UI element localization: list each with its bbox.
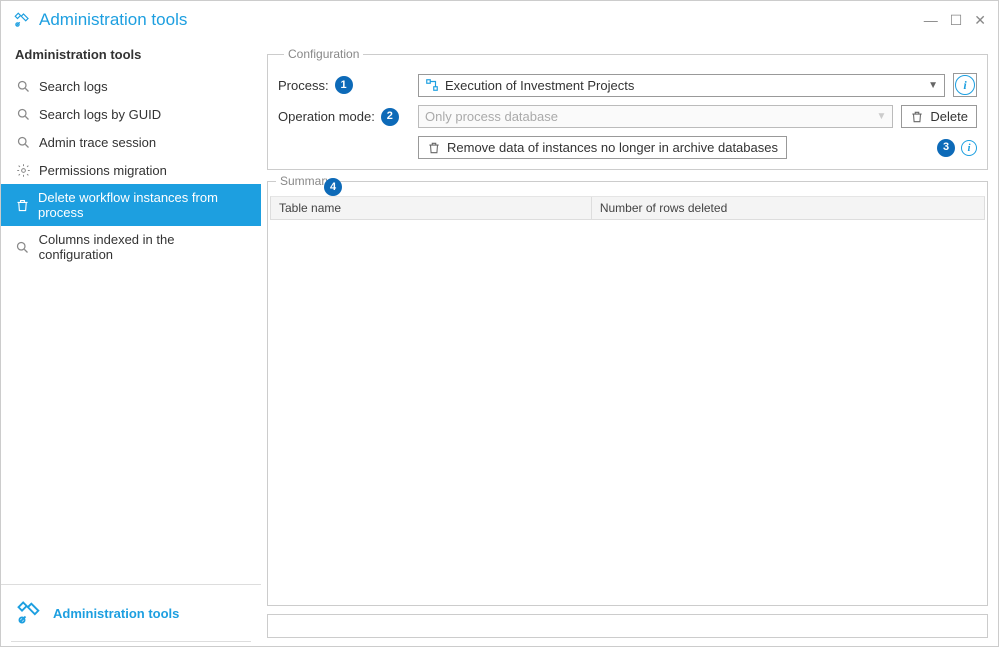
remove-row: Remove data of instances no longer in ar… xyxy=(278,136,977,159)
search-icon xyxy=(15,78,31,94)
process-select[interactable]: Execution of Investment Projects ▼ xyxy=(418,74,945,97)
sidebar-item-permissions-migration[interactable]: Permissions migration xyxy=(1,156,261,184)
main-panel: Configuration Process: 1 Execution of In… xyxy=(261,39,998,646)
sidebar-item-label: Admin trace session xyxy=(39,135,156,150)
sidebar-item-label: Search logs xyxy=(39,79,108,94)
operation-label: Operation mode: xyxy=(278,109,375,124)
chevron-down-icon: ▼ xyxy=(928,80,938,91)
title-bar: Administration tools — ☐ ✕ xyxy=(1,1,998,39)
chevron-down-icon: ▼ xyxy=(877,111,887,122)
column-table-name[interactable]: Table name xyxy=(271,197,592,219)
annotation-badge-2: 2 xyxy=(381,108,399,126)
window-title: Administration tools xyxy=(39,10,187,30)
sidebar-item-delete-workflow[interactable]: Delete workflow instances from process xyxy=(1,184,261,226)
sidebar-item-admin-trace[interactable]: Admin trace session xyxy=(1,128,261,156)
sidebar: Administration tools Search logs Search … xyxy=(1,39,261,646)
close-button[interactable]: ✕ xyxy=(974,12,986,29)
status-bar xyxy=(267,614,988,638)
search-icon xyxy=(15,134,31,150)
column-rows-deleted[interactable]: Number of rows deleted xyxy=(592,197,984,219)
sidebar-footer-label: Administration tools xyxy=(53,606,179,621)
annotation-badge-1: 1 xyxy=(335,76,353,94)
trash-icon xyxy=(910,110,924,124)
process-info-button[interactable]: i xyxy=(953,73,977,97)
summary-group: Summary 4 Table name Number of rows dele… xyxy=(267,174,988,606)
search-icon xyxy=(15,106,31,122)
maximize-button[interactable]: ☐ xyxy=(950,12,963,29)
process-value: Execution of Investment Projects xyxy=(445,78,634,93)
sidebar-header: Administration tools xyxy=(1,43,261,72)
process-row: Process: 1 Execution of Investment Proje… xyxy=(278,73,977,97)
trash-icon xyxy=(427,141,441,155)
sidebar-item-columns-indexed[interactable]: Columns indexed in the configuration xyxy=(1,226,261,268)
table-header: Table name Number of rows deleted xyxy=(270,196,985,220)
configuration-group: Configuration Process: 1 Execution of In… xyxy=(267,47,988,170)
annotation-badge-3: 3 xyxy=(937,139,955,157)
sidebar-item-label: Search logs by GUID xyxy=(39,107,161,122)
nav-list: Search logs Search logs by GUID Admin tr… xyxy=(1,72,261,268)
gear-icon xyxy=(15,162,31,178)
divider xyxy=(11,641,251,642)
operation-value: Only process database xyxy=(425,109,558,124)
sidebar-item-search-logs[interactable]: Search logs xyxy=(1,72,261,100)
operation-select: Only process database ▼ xyxy=(418,105,893,128)
annotation-badge-4: 4 xyxy=(324,178,342,196)
app-window: Administration tools — ☐ ✕ Administratio… xyxy=(0,0,999,647)
info-icon: i xyxy=(955,75,975,95)
sidebar-item-search-logs-guid[interactable]: Search logs by GUID xyxy=(1,100,261,128)
delete-button-label: Delete xyxy=(930,109,968,124)
sidebar-item-label: Delete workflow instances from process xyxy=(38,190,247,220)
info-icon[interactable]: i xyxy=(961,140,977,156)
tools-icon xyxy=(13,11,31,29)
sidebar-footer[interactable]: Administration tools xyxy=(1,584,261,641)
sidebar-item-label: Columns indexed in the configuration xyxy=(39,232,247,262)
trash-icon xyxy=(15,197,30,213)
operation-row: Operation mode: 2 Only process database … xyxy=(278,105,977,128)
remove-archive-button[interactable]: Remove data of instances no longer in ar… xyxy=(418,136,787,159)
search-icon xyxy=(15,239,31,255)
workflow-icon xyxy=(425,78,439,92)
minimize-button[interactable]: — xyxy=(924,12,938,29)
window-controls: — ☐ ✕ xyxy=(924,12,986,29)
configuration-legend: Configuration xyxy=(284,47,363,61)
remove-button-label: Remove data of instances no longer in ar… xyxy=(447,140,778,155)
tools-icon xyxy=(15,599,43,627)
summary-table: Table name Number of rows deleted xyxy=(270,196,985,601)
process-label: Process: xyxy=(278,78,329,93)
delete-button[interactable]: Delete xyxy=(901,105,977,128)
sidebar-item-label: Permissions migration xyxy=(39,163,167,178)
